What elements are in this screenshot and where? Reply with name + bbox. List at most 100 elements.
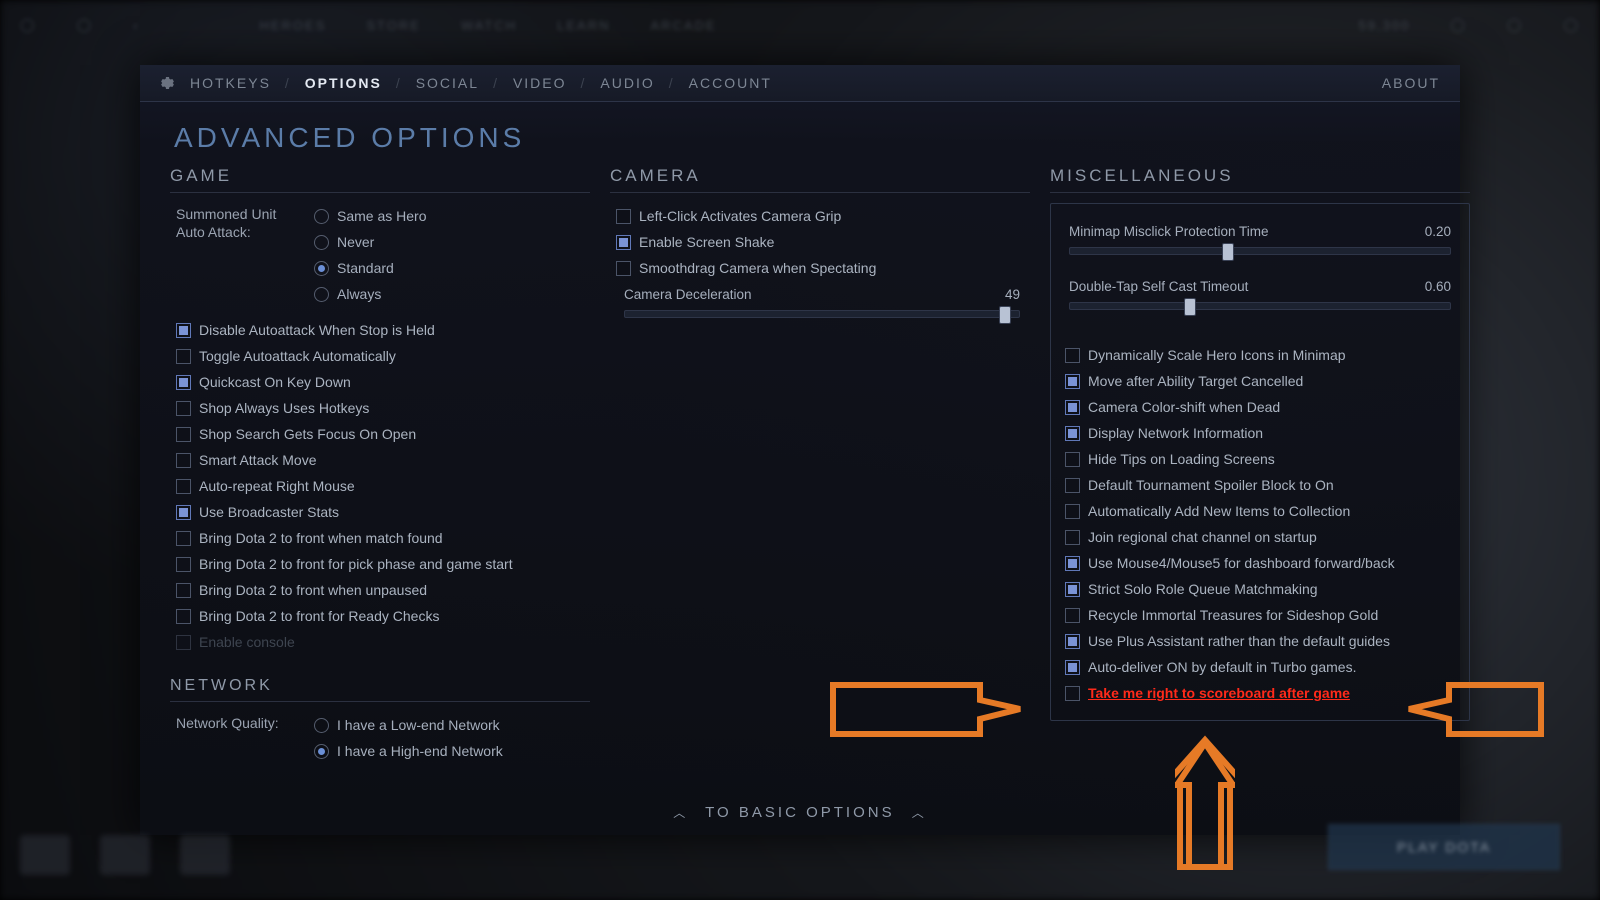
tab-video[interactable]: VIDEO	[509, 75, 571, 91]
checkbox-box	[1065, 530, 1080, 545]
checkbox-label: Shop Always Uses Hotkeys	[199, 397, 369, 419]
radio-indicator	[314, 718, 329, 733]
section-title-misc: MISCELLANEOUS	[1050, 162, 1470, 193]
checkbox-label: Dynamically Scale Hero Icons in Minimap	[1088, 344, 1346, 366]
checkbox-box	[616, 235, 631, 250]
summoned-radio-2[interactable]: Standard	[314, 257, 426, 279]
game-check-3[interactable]: Shop Always Uses Hotkeys	[170, 395, 590, 421]
misc-check-5[interactable]: Default Tournament Spoiler Block to On	[1059, 472, 1461, 498]
misc-check-3[interactable]: Display Network Information	[1059, 420, 1461, 446]
game-check-10[interactable]: Bring Dota 2 to front when unpaused	[170, 577, 590, 603]
tab-account[interactable]: ACCOUNT	[685, 75, 776, 91]
checkbox-box	[176, 427, 191, 442]
misc-check-9[interactable]: Strict Solo Role Queue Matchmaking	[1059, 576, 1461, 602]
checkbox-box	[176, 531, 191, 546]
checkbox-label: Use Plus Assistant rather than the defau…	[1088, 630, 1390, 652]
misc-check-8[interactable]: Use Mouse4/Mouse5 for dashboard forward/…	[1059, 550, 1461, 576]
slider-track[interactable]	[1069, 247, 1451, 255]
tab-social[interactable]: SOCIAL	[412, 75, 483, 91]
misc-check-2[interactable]: Camera Color-shift when Dead	[1059, 394, 1461, 420]
radio-label: I have a Low-end Network	[337, 714, 500, 736]
checkbox-box	[1065, 686, 1080, 701]
checkbox-box	[176, 349, 191, 364]
slider-thumb[interactable]	[999, 306, 1011, 324]
slider-thumb[interactable]	[1222, 243, 1234, 261]
checkbox-box	[1065, 556, 1080, 571]
camera-deceleration-slider[interactable]: Camera Deceleration 49	[610, 281, 1030, 322]
checkbox-label: Default Tournament Spoiler Block to On	[1088, 474, 1334, 496]
checkbox-box	[176, 609, 191, 624]
checkbox-label: Auto-repeat Right Mouse	[199, 475, 355, 497]
misc-slider-1[interactable]: Double-Tap Self Cast Timeout 0.60	[1059, 273, 1461, 314]
checkbox-label: Recycle Immortal Treasures for Sideshop …	[1088, 604, 1378, 626]
misc-check-10[interactable]: Recycle Immortal Treasures for Sideshop …	[1059, 602, 1461, 628]
annotation-arrow-left	[830, 682, 1025, 737]
checkbox-box	[1065, 582, 1080, 597]
game-check-0[interactable]: Disable Autoattack When Stop is Held	[170, 317, 590, 343]
settings-panel: HOTKEYS/ OPTIONS/ SOCIAL/ VIDEO/ AUDIO/ …	[140, 65, 1460, 835]
checkbox-label: Bring Dota 2 to front for pick phase and…	[199, 553, 513, 575]
slider-track[interactable]	[1069, 302, 1451, 310]
misc-check-6[interactable]: Automatically Add New Items to Collectio…	[1059, 498, 1461, 524]
checkbox-box	[176, 505, 191, 520]
misc-check-12[interactable]: Auto-deliver ON by default in Turbo game…	[1059, 654, 1461, 680]
checkbox-label: Toggle Autoattack Automatically	[199, 345, 396, 367]
checkbox-box	[1065, 400, 1080, 415]
to-basic-options-link[interactable]: ︿ TO BASIC OPTIONS ︿	[140, 804, 1460, 821]
tab-hotkeys[interactable]: HOTKEYS	[186, 75, 275, 91]
summoned-label: Summoned Unit Auto Attack:	[176, 205, 296, 241]
checkbox-box	[616, 261, 631, 276]
camera-check-2[interactable]: Smoothdrag Camera when Spectating	[610, 255, 1030, 281]
slider-thumb[interactable]	[1184, 298, 1196, 316]
tab-audio[interactable]: AUDIO	[596, 75, 658, 91]
misc-check-0[interactable]: Dynamically Scale Hero Icons in Minimap	[1059, 342, 1461, 368]
chevron-up-icon: ︿	[902, 806, 937, 820]
game-check-8[interactable]: Bring Dota 2 to front when match found	[170, 525, 590, 551]
annotation-arrow-up	[1175, 735, 1235, 870]
camera-decel-value: 49	[1005, 287, 1020, 302]
radio-indicator	[314, 287, 329, 302]
checkbox-label: Join regional chat channel on startup	[1088, 526, 1317, 548]
misc-check-1[interactable]: Move after Ability Target Cancelled	[1059, 368, 1461, 394]
checkbox-box	[1065, 374, 1080, 389]
game-check-11[interactable]: Bring Dota 2 to front for Ready Checks	[170, 603, 590, 629]
misc-check-13[interactable]: Take me right to scoreboard after game	[1059, 680, 1461, 706]
misc-check-4[interactable]: Hide Tips on Loading Screens	[1059, 446, 1461, 472]
checkbox-label: Quickcast On Key Down	[199, 371, 351, 393]
tab-options[interactable]: OPTIONS	[301, 75, 386, 91]
network-radio-0[interactable]: I have a Low-end Network	[314, 714, 503, 736]
checkbox-box	[176, 583, 191, 598]
checkbox-label: Enable console	[199, 631, 295, 653]
slider-label: Double-Tap Self Cast Timeout	[1069, 279, 1248, 294]
tab-about[interactable]: ABOUT	[1378, 75, 1444, 91]
game-check-9[interactable]: Bring Dota 2 to front for pick phase and…	[170, 551, 590, 577]
play-dota-button[interactable]: PLAY DOTA	[1328, 824, 1560, 870]
slider-value: 0.60	[1425, 279, 1451, 294]
checkbox-label: Use Broadcaster Stats	[199, 501, 339, 523]
game-check-4[interactable]: Shop Search Gets Focus On Open	[170, 421, 590, 447]
checkbox-label: Use Mouse4/Mouse5 for dashboard forward/…	[1088, 552, 1395, 574]
checkbox-label: Bring Dota 2 to front when unpaused	[199, 579, 427, 601]
summoned-radio-1[interactable]: Never	[314, 231, 426, 253]
game-check-1[interactable]: Toggle Autoattack Automatically	[170, 343, 590, 369]
misc-check-7[interactable]: Join regional chat channel on startup	[1059, 524, 1461, 550]
checkbox-label: Auto-deliver ON by default in Turbo game…	[1088, 656, 1356, 678]
radio-indicator	[314, 744, 329, 759]
checkbox-label: Shop Search Gets Focus On Open	[199, 423, 416, 445]
column-camera: CAMERA Left-Click Activates Camera GripE…	[610, 162, 1030, 764]
summoned-radio-3[interactable]: Always	[314, 283, 426, 305]
misc-slider-0[interactable]: Minimap Misclick Protection Time0.20	[1059, 218, 1461, 259]
slider-track[interactable]	[624, 310, 1020, 318]
camera-check-0[interactable]: Left-Click Activates Camera Grip	[610, 203, 1030, 229]
checkbox-box	[1065, 478, 1080, 493]
game-check-5[interactable]: Smart Attack Move	[170, 447, 590, 473]
game-check-6[interactable]: Auto-repeat Right Mouse	[170, 473, 590, 499]
misc-check-11[interactable]: Use Plus Assistant rather than the defau…	[1059, 628, 1461, 654]
camera-check-1[interactable]: Enable Screen Shake	[610, 229, 1030, 255]
summoned-radio-0[interactable]: Same as Hero	[314, 205, 426, 227]
section-title-camera: CAMERA	[610, 162, 1030, 193]
checkbox-box	[176, 401, 191, 416]
game-check-2[interactable]: Quickcast On Key Down	[170, 369, 590, 395]
network-radio-1[interactable]: I have a High-end Network	[314, 740, 503, 762]
game-check-7[interactable]: Use Broadcaster Stats	[170, 499, 590, 525]
